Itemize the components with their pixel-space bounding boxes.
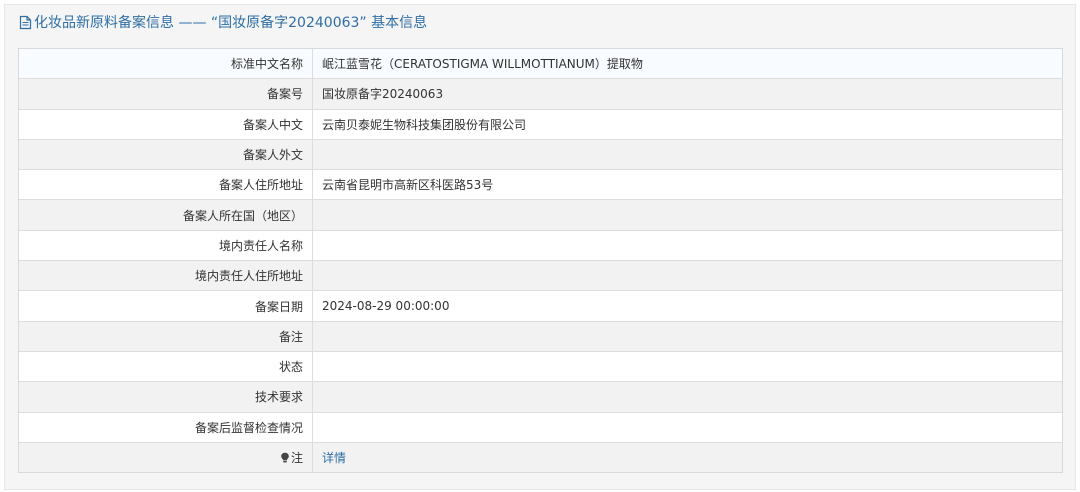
table-row: 备案后监督检查情况 (19, 412, 1062, 443)
row-label: 标准中文名称 (19, 49, 313, 80)
row-label: 备案号 (19, 78, 313, 110)
row-label: 备案人外文 (19, 139, 313, 171)
row-value: 云南省昆明市高新区科医路53号 (312, 169, 1062, 201)
info-panel: 化妆品新原料备案信息 —— “国妆原备字20240063” 基本信息 标准中文名… (4, 4, 1076, 490)
table-row: 标准中文名称 岷江蓝雪花（CERATOSTIGMA WILLMOTTIANUM）… (19, 49, 1062, 80)
page-title: 化妆品新原料备案信息 —— “国妆原备字20240063” 基本信息 (34, 15, 428, 31)
row-value (312, 412, 1062, 443)
row-label: 备案人所在国（地区） (19, 199, 313, 231)
row-value: 国妆原备字20240063 (312, 78, 1062, 110)
table-row: 备案号 国妆原备字20240063 (19, 78, 1062, 110)
document-icon (19, 15, 32, 30)
table-row: 备案人中文 云南贝泰妮生物科技集团股份有限公司 (19, 109, 1062, 140)
row-value (312, 260, 1062, 292)
row-label: 备案后监督检查情况 (19, 412, 313, 443)
table-row: 备案日期 2024-08-29 00:00:00 (19, 290, 1062, 322)
note-label-cell: 注 (19, 442, 313, 473)
row-label: 备案人住所地址 (19, 169, 313, 201)
panel-header: 化妆品新原料备案信息 —— “国妆原备字20240063” 基本信息 (5, 5, 1075, 39)
table-row: 备案人住所地址 云南省昆明市高新区科医路53号 (19, 169, 1062, 201)
lightbulb-icon (280, 452, 290, 463)
table-row: 备注 (19, 321, 1062, 352)
row-value: 岷江蓝雪花（CERATOSTIGMA WILLMOTTIANUM）提取物 (312, 49, 1062, 80)
row-value: 云南贝泰妮生物科技集团股份有限公司 (312, 109, 1062, 140)
row-label: 备案日期 (19, 290, 313, 322)
row-label: 境内责任人住所地址 (19, 260, 313, 292)
row-label: 状态 (19, 351, 313, 383)
note-row: 注 详情 (19, 442, 1062, 473)
row-value (312, 351, 1062, 383)
info-table-body: 标准中文名称 岷江蓝雪花（CERATOSTIGMA WILLMOTTIANUM）… (19, 49, 1062, 473)
row-label: 境内责任人名称 (19, 230, 313, 262)
row-value: 2024-08-29 00:00:00 (312, 290, 1062, 322)
note-label: 注 (290, 451, 303, 465)
table-row: 备案人外文 (19, 139, 1062, 171)
table-row: 境内责任人住所地址 (19, 260, 1062, 292)
row-value (312, 230, 1062, 262)
row-label: 备注 (19, 321, 313, 352)
table-row: 技术要求 (19, 381, 1062, 413)
row-value (312, 321, 1062, 352)
detail-link[interactable]: 详情 (322, 451, 346, 465)
row-value (312, 199, 1062, 231)
row-value (312, 381, 1062, 413)
row-label: 技术要求 (19, 381, 313, 413)
table-row: 状态 (19, 351, 1062, 383)
table-row: 境内责任人名称 (19, 230, 1062, 262)
note-value-cell: 详情 (312, 442, 1062, 473)
row-value (312, 139, 1062, 171)
info-table: 标准中文名称 岷江蓝雪花（CERATOSTIGMA WILLMOTTIANUM）… (18, 48, 1063, 474)
row-label: 备案人中文 (19, 109, 313, 140)
table-row: 备案人所在国（地区） (19, 199, 1062, 231)
